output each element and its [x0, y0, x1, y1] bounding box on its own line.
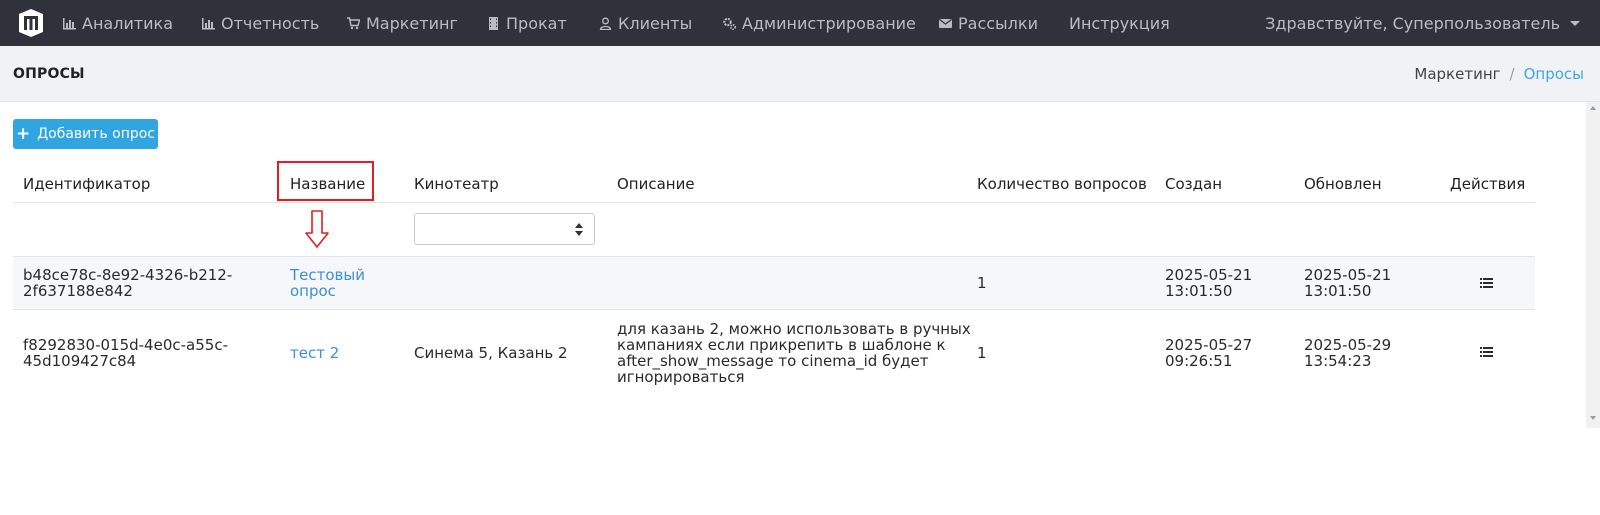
page-title: ОПРОСЫ	[13, 66, 85, 82]
user-greeting: Здравствуйте, Суперпользователь	[1265, 13, 1560, 33]
nav-label: Администрирование	[742, 13, 916, 33]
breadcrumb-separator: /	[1509, 65, 1515, 83]
cell-questions-count: 1	[977, 274, 987, 292]
cell-updated: 2025-05-21 13:01:50	[1304, 267, 1391, 299]
user-icon	[599, 17, 612, 30]
page-header: ОПРОСЫ Маркетинг / Опросы	[0, 46, 1600, 102]
cell-description: для казань 2, можно использовать в ручны…	[617, 321, 971, 385]
film-icon	[489, 16, 498, 30]
user-menu-dropdown[interactable]: Здравствуйте, Суперпользователь	[1265, 0, 1580, 46]
survey-name-link[interactable]: тест 2	[290, 345, 339, 361]
cell-updated-date: 2025-05-29	[1304, 336, 1392, 354]
cell-id-line: b48ce78c-8e92-4326-b212-	[23, 266, 233, 284]
nav-label: Маркетинг	[366, 13, 458, 33]
nav-item-marketing[interactable]: Маркетинг	[347, 0, 458, 46]
column-header-description[interactable]: Описание	[617, 175, 695, 193]
column-header-created[interactable]: Создан	[1165, 175, 1222, 193]
cell-id: f8292830-015d-4e0c-a55c- 45d109427c84	[23, 337, 228, 369]
nav-label: Инструкция	[1069, 13, 1170, 33]
top-navbar: Аналитика Отчетность Маркетинг Прокат Кл…	[0, 0, 1600, 46]
vertical-scrollbar[interactable]	[1586, 102, 1600, 428]
annotation-highlight-box	[277, 161, 374, 201]
chevron-down-icon	[1570, 20, 1580, 26]
cart-icon	[347, 16, 360, 29]
nav-label: Аналитика	[82, 13, 174, 33]
cell-description-line: игнорироваться	[617, 368, 745, 386]
cell-id-line: 2f637188e842	[23, 282, 133, 300]
envelope-icon	[939, 18, 952, 28]
column-header-cinema[interactable]: Кинотеатр	[414, 175, 499, 193]
cell-created-time: 09:26:51	[1165, 352, 1233, 370]
column-header-updated[interactable]: Обновлен	[1304, 175, 1382, 193]
cell-updated-time: 13:01:50	[1304, 282, 1372, 300]
row-divider	[13, 309, 1535, 310]
cell-description-line: кампаниях если прикрепить в шаблоне к	[617, 336, 946, 354]
gears-icon	[723, 17, 736, 30]
cell-description-line: для казань 2, можно использовать в ручны…	[617, 320, 971, 338]
cell-id-line: 45d109427c84	[23, 352, 137, 370]
breadcrumb-item-current: Опросы	[1523, 65, 1584, 83]
bar-chart-icon	[63, 17, 76, 29]
cell-name-line: опрос	[290, 282, 336, 300]
nav-item-mailings[interactable]: Рассылки	[939, 0, 1038, 46]
cell-description-line: after_show_message то cinema_id будет	[617, 352, 929, 370]
nav-item-analytics[interactable]: Аналитика	[63, 0, 173, 46]
list-icon[interactable]	[1480, 278, 1493, 288]
nav-item-rental[interactable]: Прокат	[487, 0, 567, 46]
nav-label: Клиенты	[618, 13, 693, 33]
cell-created-time: 13:01:50	[1165, 282, 1233, 300]
breadcrumb: Маркетинг / Опросы	[1414, 65, 1584, 83]
nav-item-administration[interactable]: Администрирование	[723, 0, 916, 46]
scroll-down-icon[interactable]	[1590, 416, 1596, 420]
annotation-arrow-down-icon	[305, 210, 329, 248]
plus-icon: +	[15, 123, 31, 144]
cell-id-line: f8292830-015d-4e0c-a55c-	[23, 336, 228, 354]
nav-label: Прокат	[506, 13, 567, 33]
cinema-filter-select[interactable]	[414, 213, 595, 245]
nav-item-clients[interactable]: Клиенты	[599, 0, 692, 46]
nav-item-instructions[interactable]: Инструкция	[1069, 0, 1170, 46]
cell-created-date: 2025-05-21	[1165, 266, 1253, 284]
bar-chart-icon	[202, 17, 215, 29]
cell-questions-count: 1	[977, 344, 987, 362]
column-header-actions: Действия	[1450, 175, 1526, 193]
scroll-up-icon[interactable]	[1590, 106, 1596, 110]
add-survey-label: Добавить опрос	[37, 126, 156, 142]
cell-updated-date: 2025-05-21	[1304, 266, 1392, 284]
cell-id: b48ce78c-8e92-4326-b212- 2f637188e842	[23, 267, 232, 299]
cell-name-line: Тестовый	[290, 266, 365, 284]
nav-item-reports[interactable]: Отчетность	[202, 0, 319, 46]
column-header-questions-count[interactable]: Количество вопросов	[977, 175, 1147, 193]
nav-label: Отчетность	[221, 13, 320, 33]
cell-created-date: 2025-05-27	[1165, 336, 1253, 354]
header-divider	[13, 202, 1535, 203]
cell-cinema: Синема 5, Казань 2	[414, 344, 568, 362]
brand-logo-icon[interactable]	[18, 8, 44, 38]
list-icon[interactable]	[1480, 347, 1493, 357]
cell-updated-time: 13:54:23	[1304, 352, 1372, 370]
add-survey-button[interactable]: + Добавить опрос	[13, 119, 158, 149]
survey-name-link[interactable]: Тестовый опрос	[290, 267, 365, 299]
breadcrumb-item-marketing[interactable]: Маркетинг	[1414, 65, 1500, 83]
cell-created: 2025-05-27 09:26:51	[1165, 337, 1252, 369]
cell-created: 2025-05-21 13:01:50	[1165, 267, 1252, 299]
nav-label: Рассылки	[958, 13, 1038, 33]
column-header-id[interactable]: Идентификатор	[23, 175, 150, 193]
cell-updated: 2025-05-29 13:54:23	[1304, 337, 1391, 369]
select-arrows-icon	[575, 223, 583, 236]
